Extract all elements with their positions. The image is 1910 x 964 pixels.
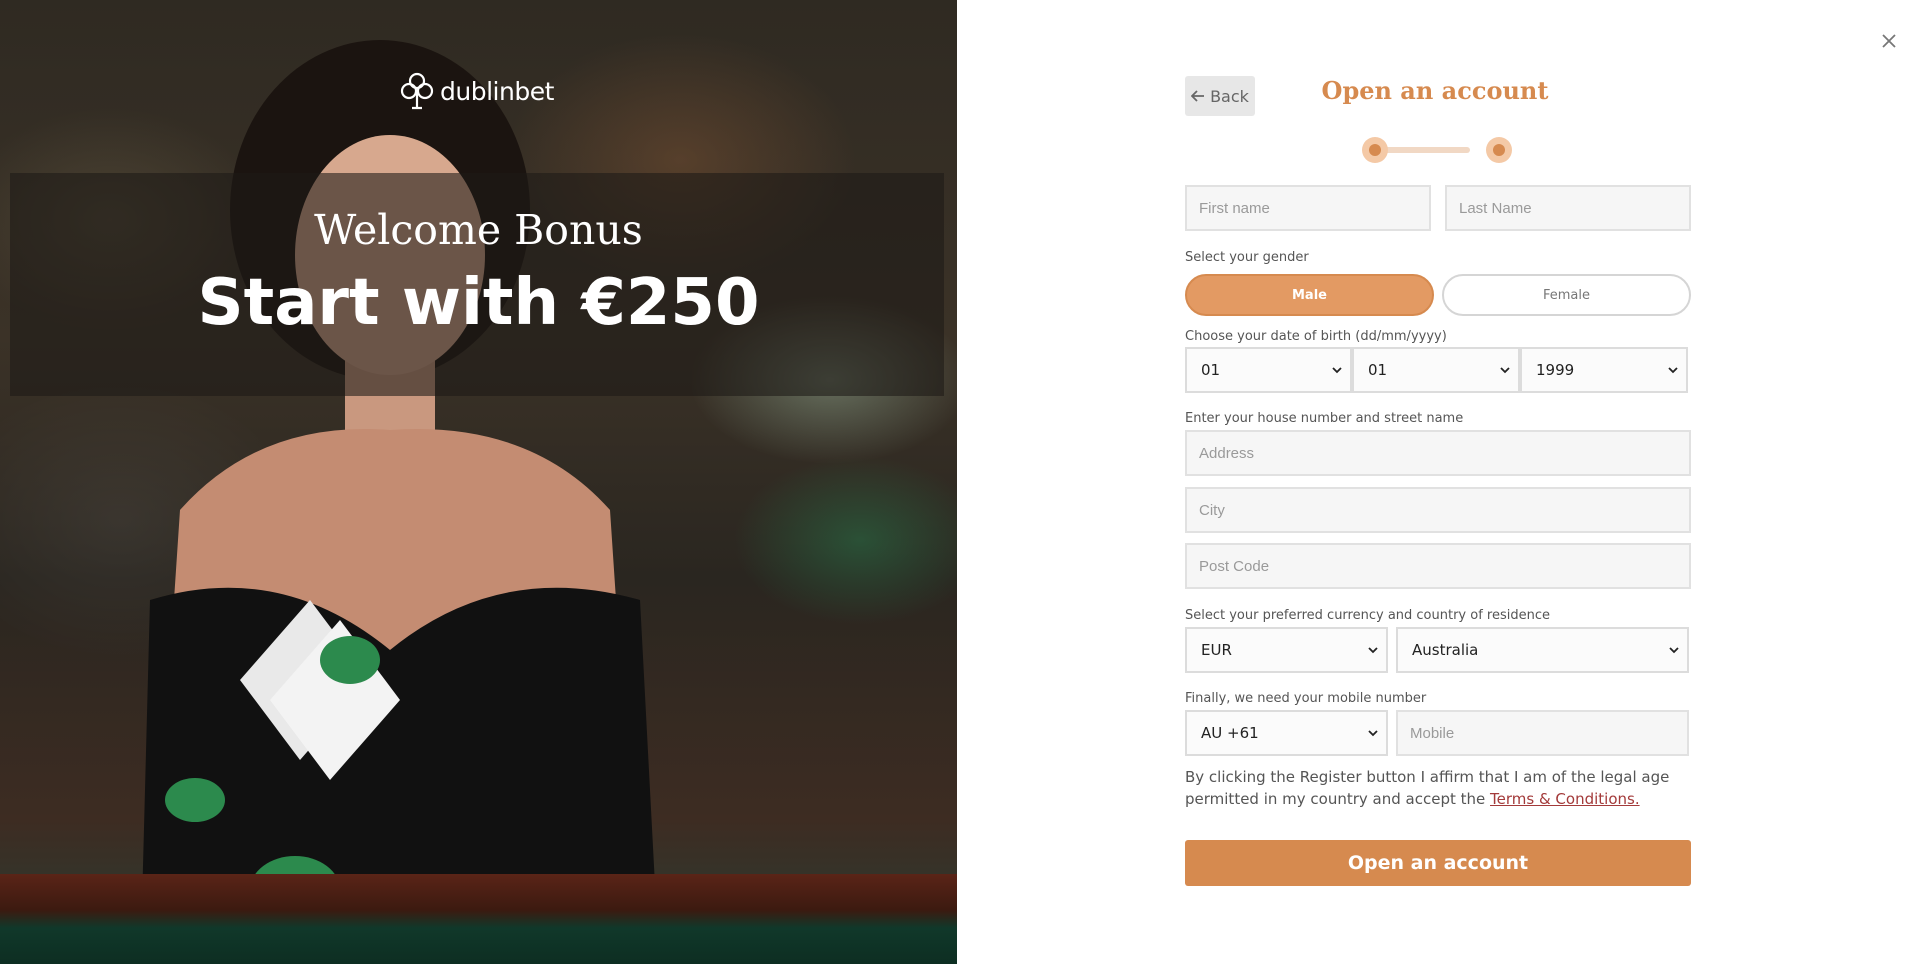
hero-panel: dublinbet Welcome Bonus Start with €250: [0, 0, 957, 964]
chevron-down-icon: [1368, 647, 1378, 654]
dob-label: Choose your date of birth (dd/mm/yyyy): [1185, 329, 1447, 344]
currency-value: EUR: [1201, 641, 1232, 659]
dob-day-value: 01: [1201, 361, 1221, 379]
arrow-left-icon: [1191, 90, 1205, 102]
progress-stepper: [1362, 137, 1512, 163]
address-input[interactable]: [1185, 430, 1691, 476]
legal-notice: By clicking the Register button I affirm…: [1185, 766, 1695, 810]
close-icon: [1882, 34, 1896, 48]
dob-month-select[interactable]: 01: [1352, 347, 1520, 393]
close-button[interactable]: [1878, 30, 1900, 52]
phone-prefix-value: AU +61: [1201, 724, 1259, 742]
mobile-input[interactable]: [1396, 710, 1689, 756]
address-label: Enter your house number and street name: [1185, 411, 1464, 426]
dob-year-value: 1999: [1536, 361, 1575, 379]
open-account-button[interactable]: Open an account: [1185, 840, 1691, 886]
dob-month-value: 01: [1368, 361, 1388, 379]
clover-logo-icon: [400, 72, 434, 110]
gender-male-button[interactable]: Male: [1185, 274, 1434, 316]
chevron-down-icon: [1668, 367, 1678, 374]
dob-year-select[interactable]: 1999: [1520, 347, 1688, 393]
terms-link[interactable]: Terms & Conditions.: [1490, 790, 1640, 808]
country-select[interactable]: Australia: [1396, 627, 1689, 673]
country-value: Australia: [1412, 641, 1479, 659]
step-1-indicator: [1362, 137, 1388, 163]
postcode-input[interactable]: [1185, 543, 1691, 589]
currency-country-label: Select your preferred currency and count…: [1185, 608, 1550, 623]
bonus-title: Welcome Bonus: [314, 206, 643, 254]
chevron-down-icon: [1500, 367, 1510, 374]
progress-track: [1374, 147, 1470, 153]
back-label: Back: [1210, 86, 1249, 106]
logo-text: dublinbet: [440, 76, 554, 106]
chevron-down-icon: [1332, 367, 1342, 374]
mobile-label: Finally, we need your mobile number: [1185, 691, 1427, 706]
gender-label: Select your gender: [1185, 250, 1309, 265]
step-2-indicator: [1486, 137, 1512, 163]
chevron-down-icon: [1669, 647, 1679, 654]
brand-logo[interactable]: dublinbet: [400, 72, 554, 110]
gender-female-button[interactable]: Female: [1442, 274, 1691, 316]
chevron-down-icon: [1368, 730, 1378, 737]
first-name-input[interactable]: [1185, 185, 1431, 231]
dob-day-select[interactable]: 01: [1185, 347, 1352, 393]
form-title: Open an account: [1321, 76, 1549, 105]
back-button[interactable]: Back: [1185, 76, 1255, 116]
bonus-amount: Start with €250: [197, 266, 760, 340]
phone-prefix-select[interactable]: AU +61: [1185, 710, 1388, 756]
currency-select[interactable]: EUR: [1185, 627, 1388, 673]
last-name-input[interactable]: [1445, 185, 1691, 231]
city-input[interactable]: [1185, 487, 1691, 533]
casino-table: [0, 874, 957, 964]
